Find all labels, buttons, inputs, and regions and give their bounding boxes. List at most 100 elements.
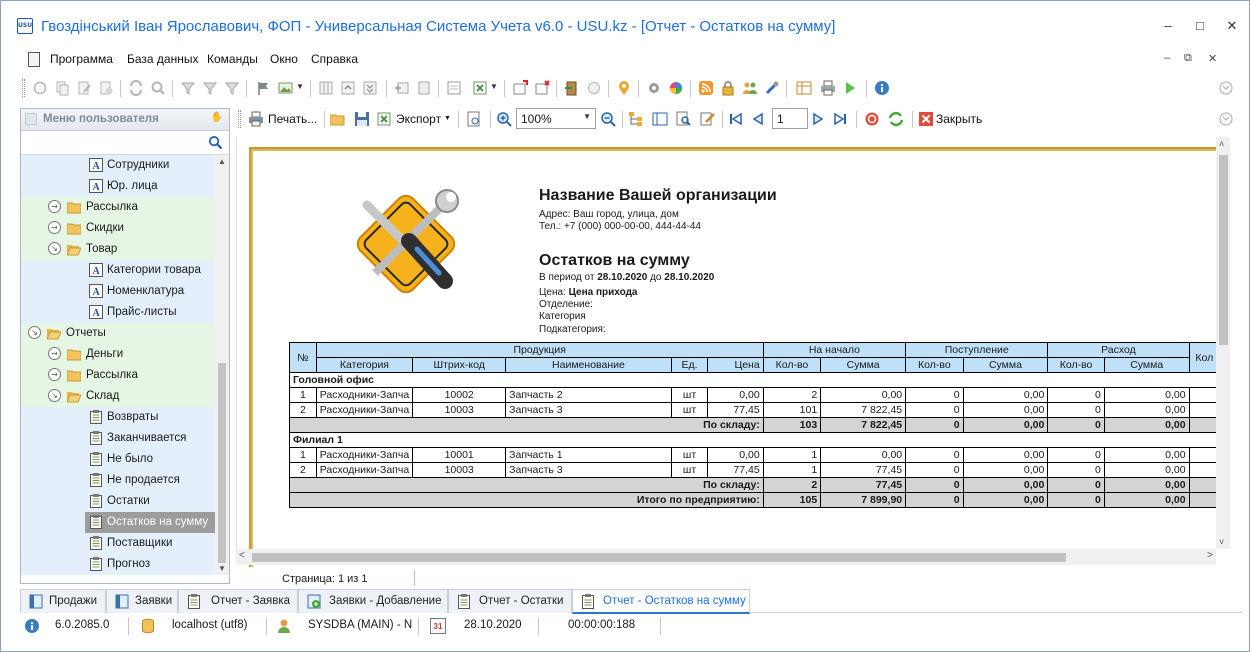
menu-scrollbar-thumb[interactable] (218, 363, 226, 563)
scroll-down-icon[interactable]: ˅ (1219, 537, 1224, 547)
print-button[interactable]: Печать... (268, 112, 317, 126)
tab-report-stock-value[interactable]: Отчет - Остатков на сумму (572, 589, 750, 614)
expand-icon[interactable]: → (48, 347, 61, 360)
tree-item-discounts[interactable]: → Скидки (21, 218, 215, 239)
export-button[interactable]: Экспорт (396, 112, 441, 126)
tab-requests-add[interactable]: Заявки - Добавление (298, 589, 448, 613)
tree-item-mailing[interactable]: → Рассылка (21, 197, 215, 218)
expand-icon[interactable]: → (48, 200, 61, 213)
search-icon[interactable] (150, 80, 166, 96)
minimize-button[interactable]: – (1153, 15, 1183, 37)
arrow-circle-icon[interactable] (586, 80, 602, 96)
tree-item-returns[interactable]: Возвраты (21, 407, 215, 428)
toolbar-options-icon[interactable] (1218, 80, 1234, 96)
tree-item-nomenclature[interactable]: A Номенклатура (21, 281, 215, 302)
maximize-button[interactable]: □ (1185, 15, 1215, 37)
info-icon[interactable] (874, 80, 890, 96)
stop-icon[interactable] (864, 111, 880, 127)
tree-item-running-out[interactable]: Заканчивается (21, 428, 215, 449)
menu-scrollbar[interactable]: ▲ ▼ (215, 155, 229, 575)
new-window-icon[interactable] (512, 80, 528, 96)
tab-requests[interactable]: Заявки (106, 589, 178, 613)
collapse-icon[interactable]: ↘ (48, 389, 61, 402)
users-icon[interactable] (742, 80, 758, 96)
close-icon[interactable] (918, 111, 934, 127)
zoom-in-icon[interactable] (496, 111, 512, 127)
printer-icon[interactable] (248, 111, 264, 127)
tree-item-reports[interactable]: ↘ Отчеты (21, 323, 215, 344)
edit-icon[interactable] (76, 80, 92, 96)
search-icon[interactable] (208, 135, 223, 150)
expand-icon[interactable]: → (48, 368, 61, 381)
chevron-down-icon[interactable]: ▼ (490, 82, 498, 91)
tree-item-warehouse[interactable]: ↘ Склад (21, 386, 215, 407)
collapse-icon[interactable]: ↘ (28, 326, 41, 339)
tree-item-legal-entities[interactable]: A Юр. лица (21, 176, 215, 197)
close-window-icon[interactable] (534, 80, 550, 96)
filter-apply-icon[interactable] (224, 80, 240, 96)
first-page-icon[interactable] (728, 111, 744, 127)
page-setup-icon[interactable] (466, 111, 482, 127)
tree-item-price-lists[interactable]: A Прайс-листы (21, 302, 215, 323)
edit-report-icon[interactable] (700, 111, 716, 127)
tab-report-stock[interactable]: Отчет - Остатки (448, 589, 572, 613)
menu-database[interactable]: База данных (127, 52, 198, 66)
tree-item-suppliers[interactable]: Поставщики (21, 533, 215, 554)
columns-icon[interactable] (318, 80, 334, 96)
rss-icon[interactable] (698, 80, 714, 96)
mdi-restore-button[interactable]: ⧉ (1184, 52, 1192, 65)
scroll-up-icon[interactable]: ˄ (1219, 139, 1224, 149)
note-icon[interactable] (416, 80, 432, 96)
color-palette-icon[interactable] (668, 80, 684, 96)
sync-icon[interactable] (128, 80, 144, 96)
chevron-down-icon[interactable]: ▼ (583, 112, 591, 121)
pin-icon[interactable]: ✋ (211, 112, 223, 123)
chevron-down-icon[interactable]: ▼ (296, 82, 304, 91)
chevron-down-icon[interactable]: ▼ (444, 115, 451, 122)
menu-program[interactable]: Программа (50, 52, 113, 66)
settings-gear-icon[interactable] (646, 80, 662, 96)
save-icon[interactable] (354, 111, 370, 127)
find-icon[interactable] (676, 111, 692, 127)
menu-window[interactable]: Окно (270, 52, 298, 66)
mdi-minimize-button[interactable]: – (1164, 52, 1170, 64)
zoom-select[interactable]: 100% ▼ (516, 108, 596, 129)
expand-icon[interactable]: → (48, 221, 61, 234)
expand-all-icon[interactable] (340, 80, 356, 96)
tree-item-not-selling[interactable]: Не продается (21, 470, 215, 491)
tab-sales[interactable]: Продажи (20, 589, 106, 613)
single-page-icon[interactable] (652, 111, 668, 127)
collapse-icon[interactable]: ↘ (48, 242, 61, 255)
viewer-horizontal-scrollbar[interactable]: < > (236, 549, 1216, 565)
tree-item-employees[interactable]: A Сотрудники (21, 155, 215, 176)
excel-export-icon[interactable] (376, 111, 392, 127)
tree-item-stock[interactable]: Остатки (21, 491, 215, 512)
menu-help[interactable]: Справка (311, 52, 358, 66)
report-icon[interactable] (446, 80, 462, 96)
tree-item-reports-mailing[interactable]: → Рассылка (21, 365, 215, 386)
tree-item-product-categories[interactable]: A Категории товара (21, 260, 215, 281)
collapse-all-icon[interactable] (362, 80, 378, 96)
tree-item-money[interactable]: → Деньги (21, 344, 215, 365)
tree-item-goods[interactable]: ↘ Товар (21, 239, 215, 260)
tree-item-never-stocked[interactable]: Не было (21, 449, 215, 470)
tab-report-request[interactable]: Отчет - Заявка (178, 589, 298, 613)
menu-search-field[interactable] (21, 131, 229, 155)
image-dropdown-icon[interactable] (278, 80, 294, 96)
close-window-button[interactable]: ✕ (1217, 15, 1247, 37)
menu-commands[interactable]: Команды (207, 52, 258, 66)
tree-structure-icon[interactable] (628, 111, 644, 127)
vertical-scrollbar-thumb[interactable] (1219, 155, 1228, 345)
scroll-left-icon[interactable]: < (239, 550, 245, 561)
scroll-right-icon[interactable]: > (1207, 550, 1213, 561)
add-row-icon[interactable] (394, 80, 410, 96)
refresh-disabled-icon[interactable] (32, 80, 48, 96)
next-page-icon[interactable] (810, 111, 826, 127)
excel-export-icon[interactable] (472, 80, 488, 96)
copy-icon[interactable] (54, 80, 70, 96)
close-report-button[interactable]: Закрыть (936, 112, 982, 126)
lock-icon[interactable] (720, 80, 736, 96)
zoom-out-icon[interactable] (600, 111, 616, 127)
printer-icon[interactable] (820, 80, 836, 96)
toolbar-options-icon[interactable] (1218, 111, 1234, 127)
